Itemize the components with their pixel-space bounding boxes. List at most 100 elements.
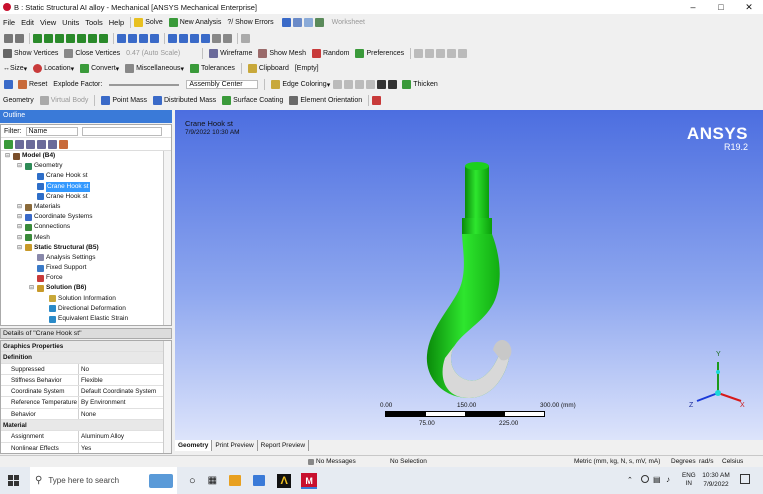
- graphics-viewport[interactable]: Crane Hook st 7/9/2022 10:30 AM ANSYS R1…: [175, 110, 763, 440]
- menu-tools[interactable]: Tools: [82, 18, 106, 27]
- tree-node[interactable]: ⊟ Materials: [1, 202, 171, 212]
- edge-coloring-button[interactable]: Edge Coloring ▾: [271, 80, 330, 89]
- box-zoom-icon[interactable]: [150, 34, 159, 43]
- view-options-icon[interactable]: [223, 34, 232, 43]
- tree-node[interactable]: Analysis Settings: [1, 253, 171, 263]
- details-group-row[interactable]: Graphics Properties: [1, 341, 171, 353]
- angle-units[interactable]: Degrees: [671, 458, 696, 465]
- units-status[interactable]: Metric (mm, kg, N, s, mV, mA): [574, 458, 660, 465]
- maximize-button[interactable]: □: [707, 0, 735, 14]
- taskbar-search-box[interactable]: ⚲ Type here to search: [30, 467, 177, 494]
- axis-icon-4[interactable]: [447, 49, 457, 58]
- temperature-units[interactable]: Celsius: [722, 458, 743, 465]
- tree-node[interactable]: ⊟ Connections: [1, 222, 171, 232]
- axis-icon-2[interactable]: [425, 49, 435, 58]
- extra-tool-icon[interactable]: [372, 96, 382, 105]
- rotate-icon[interactable]: [117, 34, 126, 43]
- show-vertices-button[interactable]: Show Vertices: [3, 49, 58, 58]
- details-property-row[interactable]: Assignment Aluminum Alloy: [1, 431, 171, 443]
- expand-toggle-icon[interactable]: ⊟: [17, 202, 23, 212]
- details-property-row[interactable]: Reference Temperature By Environment: [1, 397, 171, 409]
- element-orientation-button[interactable]: Element Orientation: [289, 96, 362, 105]
- sort-icon[interactable]: [59, 139, 68, 149]
- expand-toggle-icon[interactable]: ⊟: [17, 212, 23, 222]
- windows-start-icon[interactable]: [8, 475, 19, 486]
- clipboard-button[interactable]: Clipboard: [247, 64, 289, 73]
- tree-node[interactable]: Fixed Support: [1, 263, 171, 273]
- clock[interactable]: 10:30 AM 7/9/2022: [700, 471, 732, 489]
- tray-app-icon[interactable]: [641, 475, 649, 483]
- details-property-value[interactable]: Default Coordinate System: [79, 386, 171, 396]
- axis-icon-5[interactable]: [458, 49, 468, 58]
- extend-select-icon[interactable]: [99, 34, 108, 43]
- explode-factor-slider[interactable]: [109, 83, 180, 86]
- filter-select[interactable]: Name: [25, 126, 78, 136]
- toolbar-icon-a[interactable]: [281, 18, 291, 27]
- expand-all-icon[interactable]: [26, 139, 35, 149]
- weather-icon[interactable]: [149, 473, 173, 488]
- auto-scale-field[interactable]: 0.47 (Auto Scale): [126, 50, 196, 57]
- edge-style-icon-4[interactable]: [366, 80, 376, 89]
- tolerances-button[interactable]: Tolerances: [190, 64, 235, 73]
- toolbar-icon-c[interactable]: [303, 18, 313, 27]
- next-view-icon[interactable]: [201, 34, 210, 43]
- edge-select-icon[interactable]: [44, 34, 53, 43]
- random-button[interactable]: Random: [311, 49, 349, 58]
- language-indicator[interactable]: ENG IN: [682, 472, 696, 488]
- worksheet-button[interactable]: Worksheet: [332, 19, 365, 26]
- details-property-row[interactable]: Behavior None: [1, 408, 171, 421]
- distributed-mass-button[interactable]: Distributed Mass: [152, 96, 216, 105]
- zoom-icon[interactable]: [139, 34, 148, 43]
- face-select-icon[interactable]: [55, 34, 64, 43]
- zoom-to-fit-icon[interactable]: [168, 34, 177, 43]
- surface-coating-button[interactable]: Surface Coating: [222, 96, 283, 105]
- notifications-icon[interactable]: [740, 474, 750, 484]
- task-view-icon[interactable]: ▦: [208, 475, 217, 486]
- preferences-button[interactable]: Preferences: [355, 49, 404, 58]
- show-errors-button[interactable]: ?/ Show Errors: [227, 19, 273, 26]
- tree-node[interactable]: Force: [1, 273, 171, 283]
- volume-icon[interactable]: ♪: [666, 475, 670, 484]
- toolbar-icon-b[interactable]: [292, 18, 302, 27]
- axis-icon-1[interactable]: [414, 49, 424, 58]
- tree-node[interactable]: ⊟ Static Structural (B5): [1, 243, 171, 253]
- details-property-row[interactable]: Coordinate System Default Coordinate Syst…: [1, 386, 171, 398]
- expand-toggle-icon[interactable]: ⊟: [17, 233, 23, 243]
- tree-node[interactable]: ⊟ Mesh: [1, 233, 171, 243]
- tab-geometry[interactable]: Geometry: [175, 440, 213, 451]
- expand-toggle-icon[interactable]: ⊟: [17, 222, 23, 232]
- convert-button[interactable]: Convert ▾: [80, 64, 119, 73]
- select-mode-icon[interactable]: [15, 34, 24, 43]
- tab-print-preview[interactable]: Print Preview: [212, 440, 258, 451]
- axis-icon-3[interactable]: [436, 49, 446, 58]
- collapse-environments-icon[interactable]: [37, 139, 46, 149]
- collapse-models-icon[interactable]: [48, 139, 57, 149]
- messages-status[interactable]: No Messages: [308, 458, 356, 465]
- size-button[interactable]: ↔ Size ▾: [3, 65, 27, 73]
- crane-hook-model[interactable]: [415, 160, 525, 400]
- expand-toggle-icon[interactable]: ⊟: [17, 161, 23, 171]
- tree-node[interactable]: Crane Hook st: [1, 171, 171, 181]
- tree-node[interactable]: Crane Hook st: [1, 181, 171, 192]
- location-button[interactable]: Location ▾: [33, 64, 74, 73]
- show-mesh-button[interactable]: Show Mesh: [258, 49, 306, 58]
- details-property-row[interactable]: Stiffness Behavior Flexible: [1, 374, 171, 387]
- edge-style-icon-3[interactable]: [355, 80, 365, 89]
- details-group-row[interactable]: Material: [1, 420, 171, 432]
- expand-toggle-icon[interactable]: ⊟: [29, 283, 35, 293]
- body-select-icon[interactable]: [66, 34, 75, 43]
- mechanical-app-icon[interactable]: M: [301, 472, 318, 489]
- close-button[interactable]: ✕: [735, 0, 763, 14]
- thicken-button[interactable]: Thicken: [402, 80, 438, 89]
- outline-scrollbar[interactable]: [163, 151, 171, 325]
- tree-node[interactable]: ⊟ Solution (B6): [1, 283, 171, 293]
- tab-report-preview[interactable]: Report Preview: [258, 440, 310, 451]
- pin-icon[interactable]: [377, 80, 387, 89]
- menu-file[interactable]: File: [0, 18, 18, 27]
- solve-button[interactable]: Solve: [134, 18, 163, 27]
- store-icon[interactable]: [253, 475, 266, 486]
- details-property-row[interactable]: Suppressed No: [1, 363, 171, 375]
- details-property-value[interactable]: Yes: [79, 443, 171, 453]
- tree-node[interactable]: ⊟ Model (B4): [1, 151, 171, 161]
- tree-node[interactable]: ⊟ Geometry: [1, 161, 171, 171]
